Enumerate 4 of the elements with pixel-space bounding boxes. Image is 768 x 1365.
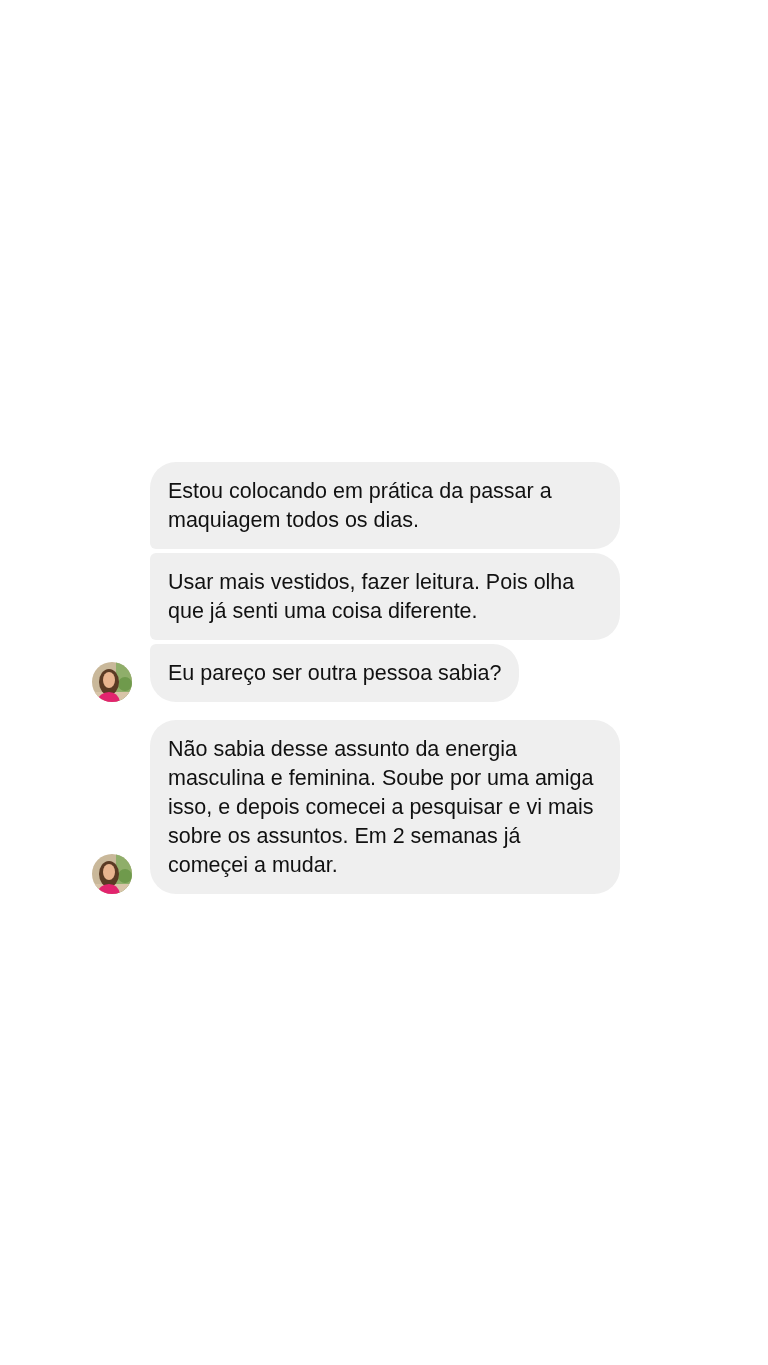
message-bubble: Usar mais vestidos, fazer leitura. Pois olha que já senti uma coisa diferente. [150,553,620,640]
message-bubble: Eu pareço ser outra pessoa sabia? [150,644,520,702]
message-bubble: Não sabia desse assunto da energia masculina e feminina. Soube por uma amiga isso, e depois comecei a pesquisar e vi mais sobre os assuntos. Em 2 semanas já começei a mudar. [150,720,620,894]
message-bubble: Estou colocando em prática da passar a maquiagem todos os dias. [150,462,620,549]
